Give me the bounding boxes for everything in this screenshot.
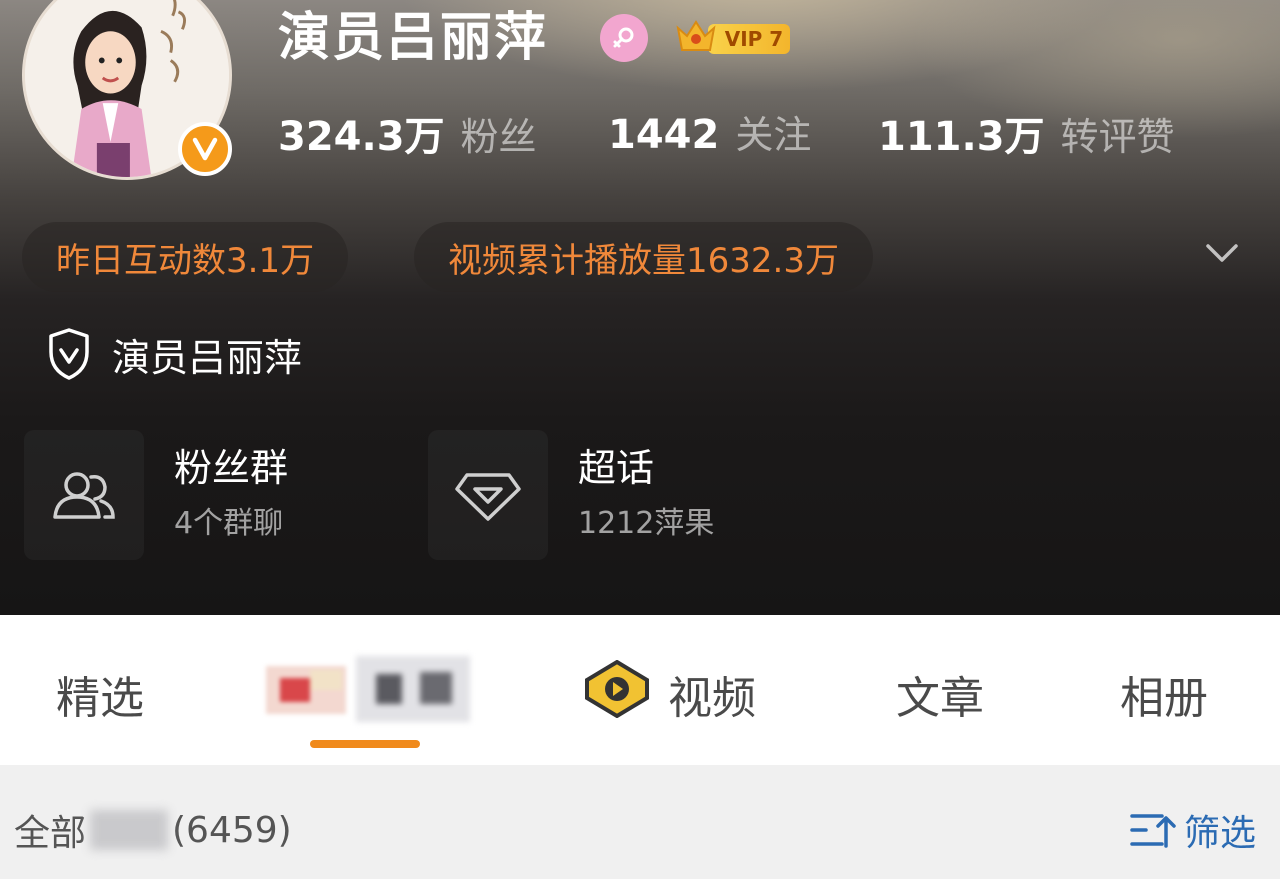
filter-icon [1130,814,1176,848]
stat-value: 111.3万 [878,114,1045,160]
blurred-text [90,810,169,850]
crown-icon [676,20,716,51]
tab-videos[interactable]: 视频 [668,662,756,726]
filter-button[interactable]: 筛选 [1128,804,1256,856]
super-topic-card[interactable]: 超话 1212萍果 [428,430,714,560]
filter-label: 筛选 [1184,813,1257,854]
tab-articles[interactable]: 文章 [896,662,984,726]
stat-followers[interactable]: 324.3万 粉丝 [278,104,537,162]
female-icon [600,14,648,62]
vip-badge[interactable]: VIP 7 [674,14,790,58]
verification-row[interactable]: 演员吕丽萍 [44,326,302,382]
verification-text: 演员吕丽萍 [112,335,303,380]
card-title: 超话 [578,446,655,490]
stat-value: 1442 [608,112,720,158]
all-prefix: 全部 [14,813,87,854]
highlight-video-plays[interactable]: 视频累计播放量1632.3万 [414,222,873,292]
highlight-interactions[interactable]: 昨日互动数3.1万 [22,222,349,292]
all-posts-count[interactable]: 全部 (6459) [14,804,292,856]
profile-name: 演员吕丽萍 [278,8,549,68]
shield-icon [49,328,89,380]
post-count: (6459) [172,809,292,851]
stat-label: 关注 [735,113,812,157]
stat-label: 转评赞 [1060,115,1175,159]
stat-value: 324.3万 [278,114,445,160]
stat-interactions[interactable]: 111.3万 转评赞 [878,104,1175,162]
diamond-icon [428,430,548,560]
tab-blurred-icon[interactable] [266,660,346,720]
card-title: 粉丝群 [174,446,289,490]
vip-label: VIP 7 [708,24,790,54]
users-icon [24,430,144,560]
stat-label: 粉丝 [460,115,537,159]
stat-following[interactable]: 1442 关注 [608,104,811,159]
video-play-icon [584,659,650,719]
card-subtitle: 4个群聊 [174,506,284,541]
card-subtitle: 1212萍果 [578,506,715,541]
stats-row: 324.3万 粉丝 1442 关注 111.3万 转评赞 [0,104,1280,160]
tab-featured[interactable]: 精选 [56,662,144,726]
active-tab-indicator [310,740,420,748]
tab-albums[interactable]: 相册 [1120,662,1208,726]
chevron-down-icon[interactable] [1200,236,1244,272]
tab-blurred-label[interactable] [356,656,470,722]
fan-group-card[interactable]: 粉丝群 4个群聊 [24,430,288,560]
